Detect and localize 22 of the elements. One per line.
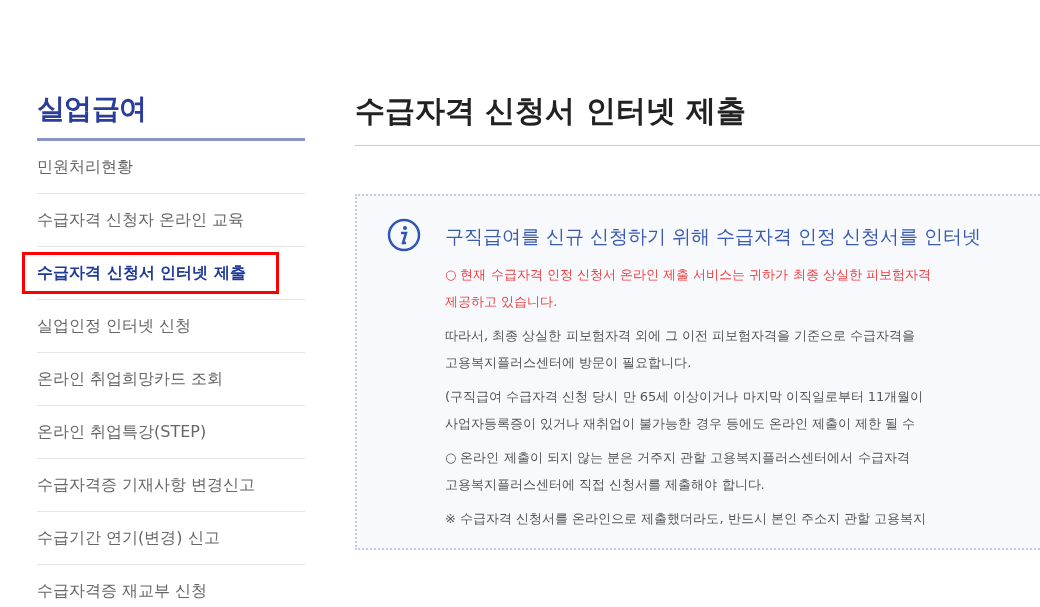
sidebar-item[interactable]: 수급자격 신청자 온라인 교육 xyxy=(37,208,245,232)
notice-text: 고용복지플러스센터에 직접 신청서를 제출해야 합니다. xyxy=(445,476,766,494)
sidebar-item[interactable]: 수급자격증 재교부 신청 xyxy=(37,579,208,603)
sidebar-item[interactable]: 온라인 취업특강(STEP) xyxy=(37,420,207,444)
sidebar-item[interactable]: 온라인 취업희망카드 조회 xyxy=(37,367,224,391)
notice-text: (구직급여 수급자격 신청 당시 만 65세 이상이거나 마지막 이직일로부터 11개월이 xyxy=(445,387,925,406)
sidebar-item[interactable]: 민원처리현황 xyxy=(37,155,133,179)
notice-text: 고용복지플러스센터에 방문이 필요합니다. xyxy=(445,354,693,372)
notice-text: 사업자등록증이 있거나 재취업이 불가능한 경우 등에도 온라인 제출이 제한 될 수 xyxy=(445,415,917,433)
sidebar-item[interactable]: 실업인정 인터넷 신청 xyxy=(37,314,192,338)
notice-text: 제공하고 있습니다. xyxy=(445,293,559,311)
sidebar-item[interactable]: 수급자격증 기재사항 변경신고 xyxy=(37,473,256,497)
sidebar-item[interactable]: 수급자격 신청서 인터넷 제출 xyxy=(22,252,279,294)
notice-heading: 구직급여를 신규 신청하기 위해 수급자격 인정 신청서를 인터넷 xyxy=(445,224,982,249)
notice-text: ○ 현재 수급자격 인정 신청서 온라인 제출 서비스는 귀하가 최종 상실한 피보험자격 xyxy=(445,265,932,284)
notice-text: ○ 온라인 제출이 되지 않는 분은 거주지 관할 고용복지플러스센터에서 수급자격 xyxy=(445,448,911,467)
notice-text: 따라서, 최종 상실한 피보험자격 외에 그 이전 피보험자격을 기준으로 수급자격을 xyxy=(445,326,917,345)
sidebar-title: 실업급여 xyxy=(37,88,305,141)
notice-text: ※ 수급자격 신청서를 온라인으로 제출했더라도, 반드시 본인 주소지 관할 고용복지 xyxy=(445,509,928,528)
page-title: 수급자격 신청서 인터넷 제출 xyxy=(355,88,1040,146)
sidebar-item[interactable]: 수급기간 연기(변경) 신고 xyxy=(37,526,220,550)
info-icon xyxy=(387,218,421,252)
